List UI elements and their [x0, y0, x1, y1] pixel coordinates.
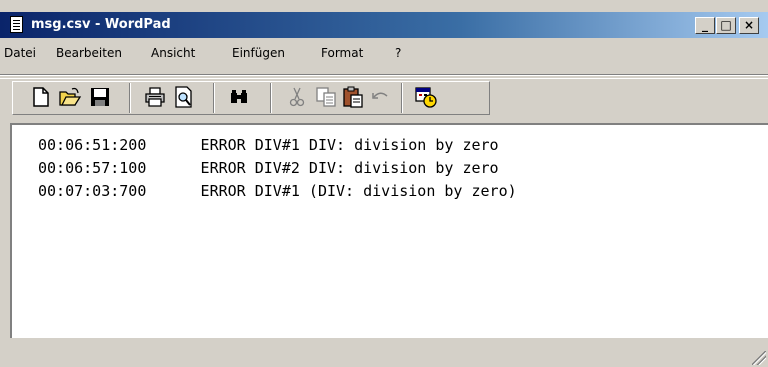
title-bar[interactable]: msg.csv - WordPad _ □ × [0, 12, 768, 38]
new-document-icon[interactable] [29, 85, 53, 109]
toolbar-separator [213, 83, 215, 113]
menu-help[interactable]: ? [395, 45, 401, 61]
menu-ansicht[interactable]: Ansicht [151, 45, 195, 61]
paste-icon[interactable] [341, 85, 365, 109]
print-icon[interactable] [143, 85, 167, 109]
wordpad-document-icon[interactable] [10, 16, 23, 33]
close-button[interactable]: × [739, 17, 759, 34]
resize-grip-icon[interactable] [752, 351, 766, 365]
toolbar-separator [129, 83, 131, 113]
document-line: 00:07:03:700 ERROR DIV#1 (DIV: division … [38, 182, 517, 200]
wordpad-window: msg.csv - WordPad _ □ × Datei Bearbeiten… [0, 0, 768, 367]
toolbar-separator [270, 83, 272, 113]
menu-toolbar-divider [0, 74, 768, 76]
save-disk-icon[interactable] [88, 85, 112, 109]
menu-datei[interactable]: Datei [4, 45, 36, 61]
menu-bar: Datei Bearbeiten Ansicht Einfügen Format… [0, 42, 768, 64]
status-bar [0, 342, 768, 367]
cut-scissors-icon[interactable] [285, 85, 309, 109]
copy-icon[interactable] [314, 85, 338, 109]
menu-bearbeiten[interactable]: Bearbeiten [56, 45, 122, 61]
print-preview-icon[interactable] [172, 85, 196, 109]
maximize-button[interactable]: □ [716, 17, 736, 34]
window-title: msg.csv - WordPad [31, 17, 171, 32]
find-binoculars-icon[interactable] [227, 85, 251, 109]
toolbar-separator [401, 83, 403, 113]
menu-format[interactable]: Format [321, 45, 363, 61]
document-line: 00:06:51:200 ERROR DIV#1 DIV: division b… [38, 136, 499, 154]
insert-date-time-icon[interactable] [414, 85, 438, 109]
document-text-area[interactable]: 00:06:51:200 ERROR DIV#1 DIV: division b… [10, 123, 768, 338]
document-line: 00:06:57:100 ERROR DIV#2 DIV: division b… [38, 159, 499, 177]
menu-einfuegen[interactable]: Einfügen [232, 45, 285, 61]
toolbar [0, 78, 768, 119]
open-folder-icon[interactable] [58, 85, 82, 109]
minimize-button[interactable]: _ [695, 17, 715, 34]
undo-icon[interactable] [368, 85, 392, 109]
